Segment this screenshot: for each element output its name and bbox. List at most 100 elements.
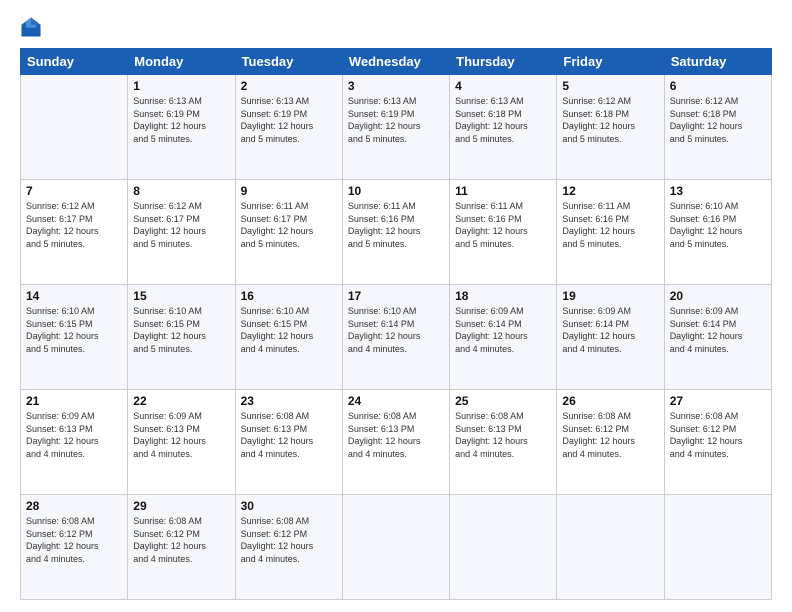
- day-number: 4: [455, 79, 551, 93]
- day-number: 22: [133, 394, 229, 408]
- table-cell: 18 Sunrise: 6:09 AM Sunset: 6:14 PM Dayli…: [450, 285, 557, 390]
- day-number: 3: [348, 79, 444, 93]
- table-cell: 2 Sunrise: 6:13 AM Sunset: 6:19 PM Daylig…: [235, 75, 342, 180]
- day-number: 7: [26, 184, 122, 198]
- table-cell: 11 Sunrise: 6:11 AM Sunset: 6:16 PM Dayli…: [450, 180, 557, 285]
- day-number: 14: [26, 289, 122, 303]
- day-info: Sunrise: 6:12 AM Sunset: 6:18 PM Dayligh…: [562, 95, 658, 145]
- day-number: 16: [241, 289, 337, 303]
- day-info: Sunrise: 6:08 AM Sunset: 6:12 PM Dayligh…: [26, 515, 122, 565]
- day-info: Sunrise: 6:08 AM Sunset: 6:13 PM Dayligh…: [455, 410, 551, 460]
- table-cell: 1Sunrise: 6:13 AM Sunset: 6:19 PM Daylig…: [128, 75, 235, 180]
- col-tuesday: Tuesday: [235, 49, 342, 75]
- table-cell: 14Sunrise: 6:10 AM Sunset: 6:15 PM Dayli…: [21, 285, 128, 390]
- table-cell: 19 Sunrise: 6:09 AM Sunset: 6:14 PM Dayli…: [557, 285, 664, 390]
- day-info: Sunrise: 6:09 AM Sunset: 6:14 PM Dayligh…: [455, 305, 551, 355]
- table-cell: 15 Sunrise: 6:10 AM Sunset: 6:15 PM Dayli…: [128, 285, 235, 390]
- day-info: Sunrise: 6:13 AM Sunset: 6:19 PM Dayligh…: [348, 95, 444, 145]
- table-cell: 10 Sunrise: 6:11 AM Sunset: 6:16 PM Dayli…: [342, 180, 449, 285]
- table-cell: 8 Sunrise: 6:12 AM Sunset: 6:17 PM Daylig…: [128, 180, 235, 285]
- day-number: 15: [133, 289, 229, 303]
- page: Sunday Monday Tuesday Wednesday Thursday…: [0, 0, 792, 612]
- day-number: 21: [26, 394, 122, 408]
- day-number: 25: [455, 394, 551, 408]
- day-number: 26: [562, 394, 658, 408]
- day-info: Sunrise: 6:12 AM Sunset: 6:18 PM Dayligh…: [670, 95, 766, 145]
- table-cell: [450, 495, 557, 600]
- table-cell: 20 Sunrise: 6:09 AM Sunset: 6:14 PM Dayli…: [664, 285, 771, 390]
- day-info: Sunrise: 6:13 AM Sunset: 6:19 PM Dayligh…: [133, 95, 229, 145]
- week-row-1: 1Sunrise: 6:13 AM Sunset: 6:19 PM Daylig…: [21, 75, 772, 180]
- day-info: Sunrise: 6:08 AM Sunset: 6:12 PM Dayligh…: [670, 410, 766, 460]
- day-info: Sunrise: 6:08 AM Sunset: 6:12 PM Dayligh…: [241, 515, 337, 565]
- table-cell: 26Sunrise: 6:08 AM Sunset: 6:12 PM Dayli…: [557, 390, 664, 495]
- col-sunday: Sunday: [21, 49, 128, 75]
- day-info: Sunrise: 6:10 AM Sunset: 6:15 PM Dayligh…: [241, 305, 337, 355]
- day-info: Sunrise: 6:12 AM Sunset: 6:17 PM Dayligh…: [133, 200, 229, 250]
- calendar-table: Sunday Monday Tuesday Wednesday Thursday…: [20, 48, 772, 600]
- day-number: 17: [348, 289, 444, 303]
- day-info: Sunrise: 6:08 AM Sunset: 6:12 PM Dayligh…: [133, 515, 229, 565]
- table-cell: [21, 75, 128, 180]
- table-cell: 21 Sunrise: 6:09 AM Sunset: 6:13 PM Dayli…: [21, 390, 128, 495]
- day-info: Sunrise: 6:10 AM Sunset: 6:16 PM Dayligh…: [670, 200, 766, 250]
- table-cell: 28 Sunrise: 6:08 AM Sunset: 6:12 PM Dayli…: [21, 495, 128, 600]
- table-cell: 27 Sunrise: 6:08 AM Sunset: 6:12 PM Dayli…: [664, 390, 771, 495]
- table-cell: 23 Sunrise: 6:08 AM Sunset: 6:13 PM Dayli…: [235, 390, 342, 495]
- day-info: Sunrise: 6:11 AM Sunset: 6:16 PM Dayligh…: [455, 200, 551, 250]
- day-info: Sunrise: 6:11 AM Sunset: 6:17 PM Dayligh…: [241, 200, 337, 250]
- table-cell: [557, 495, 664, 600]
- table-cell: 13 Sunrise: 6:10 AM Sunset: 6:16 PM Dayli…: [664, 180, 771, 285]
- day-number: 13: [670, 184, 766, 198]
- day-number: 18: [455, 289, 551, 303]
- table-cell: 24 Sunrise: 6:08 AM Sunset: 6:13 PM Dayli…: [342, 390, 449, 495]
- table-cell: [342, 495, 449, 600]
- table-cell: [664, 495, 771, 600]
- day-info: Sunrise: 6:11 AM Sunset: 6:16 PM Dayligh…: [348, 200, 444, 250]
- day-info: Sunrise: 6:10 AM Sunset: 6:14 PM Dayligh…: [348, 305, 444, 355]
- table-cell: 30 Sunrise: 6:08 AM Sunset: 6:12 PM Dayli…: [235, 495, 342, 600]
- day-number: 24: [348, 394, 444, 408]
- day-number: 5: [562, 79, 658, 93]
- calendar-header-row: Sunday Monday Tuesday Wednesday Thursday…: [21, 49, 772, 75]
- day-number: 28: [26, 499, 122, 513]
- day-number: 27: [670, 394, 766, 408]
- day-info: Sunrise: 6:09 AM Sunset: 6:14 PM Dayligh…: [670, 305, 766, 355]
- week-row-3: 14 Sunrise: 6:10 AM Sunset: 6:15 PM Dayli…: [21, 285, 772, 390]
- day-info: Sunrise: 6:08 AM Sunset: 6:13 PM Dayligh…: [348, 410, 444, 460]
- table-cell: 17 Sunrise: 6:10 AM Sunset: 6:14 PM Dayli…: [342, 285, 449, 390]
- day-info: Sunrise: 6:12 AM Sunset: 6:17 PM Dayligh…: [26, 200, 122, 250]
- day-number: 6: [670, 79, 766, 93]
- day-number: 8: [133, 184, 229, 198]
- week-row-4: 21 Sunrise: 6:09 AM Sunset: 6:13 PM Dayli…: [21, 390, 772, 495]
- week-row-2: 7 Sunrise: 6:12 AM Sunset: 6:17 PM Daylig…: [21, 180, 772, 285]
- col-friday: Friday: [557, 49, 664, 75]
- day-info: Sunrise: 6:13 AM Sunset: 6:18 PM Dayligh…: [455, 95, 551, 145]
- day-number: 10: [348, 184, 444, 198]
- day-number: 11: [455, 184, 551, 198]
- day-number: 2: [241, 79, 337, 93]
- day-number: 23: [241, 394, 337, 408]
- header: [20, 16, 772, 38]
- day-number: 19: [562, 289, 658, 303]
- table-cell: 25 Sunrise: 6:08 AM Sunset: 6:13 PM Dayli…: [450, 390, 557, 495]
- col-saturday: Saturday: [664, 49, 771, 75]
- day-info: Sunrise: 6:11 AM Sunset: 6:16 PM Dayligh…: [562, 200, 658, 250]
- day-info: Sunrise: 6:10 AM Sunset: 6:15 PM Dayligh…: [133, 305, 229, 355]
- day-number: 20: [670, 289, 766, 303]
- table-cell: 22 Sunrise: 6:09 AM Sunset: 6:13 PM Dayli…: [128, 390, 235, 495]
- table-cell: 5 Sunrise: 6:12 AM Sunset: 6:18 PM Daylig…: [557, 75, 664, 180]
- day-info: Sunrise: 6:09 AM Sunset: 6:14 PM Dayligh…: [562, 305, 658, 355]
- col-monday: Monday: [128, 49, 235, 75]
- col-wednesday: Wednesday: [342, 49, 449, 75]
- day-info: Sunrise: 6:13 AM Sunset: 6:19 PM Dayligh…: [241, 95, 337, 145]
- day-number: 30: [241, 499, 337, 513]
- table-cell: 12Sunrise: 6:11 AM Sunset: 6:16 PM Dayli…: [557, 180, 664, 285]
- day-info: Sunrise: 6:09 AM Sunset: 6:13 PM Dayligh…: [133, 410, 229, 460]
- col-thursday: Thursday: [450, 49, 557, 75]
- day-number: 29: [133, 499, 229, 513]
- week-row-5: 28 Sunrise: 6:08 AM Sunset: 6:12 PM Dayli…: [21, 495, 772, 600]
- day-info: Sunrise: 6:09 AM Sunset: 6:13 PM Dayligh…: [26, 410, 122, 460]
- day-info: Sunrise: 6:08 AM Sunset: 6:13 PM Dayligh…: [241, 410, 337, 460]
- table-cell: 16 Sunrise: 6:10 AM Sunset: 6:15 PM Dayli…: [235, 285, 342, 390]
